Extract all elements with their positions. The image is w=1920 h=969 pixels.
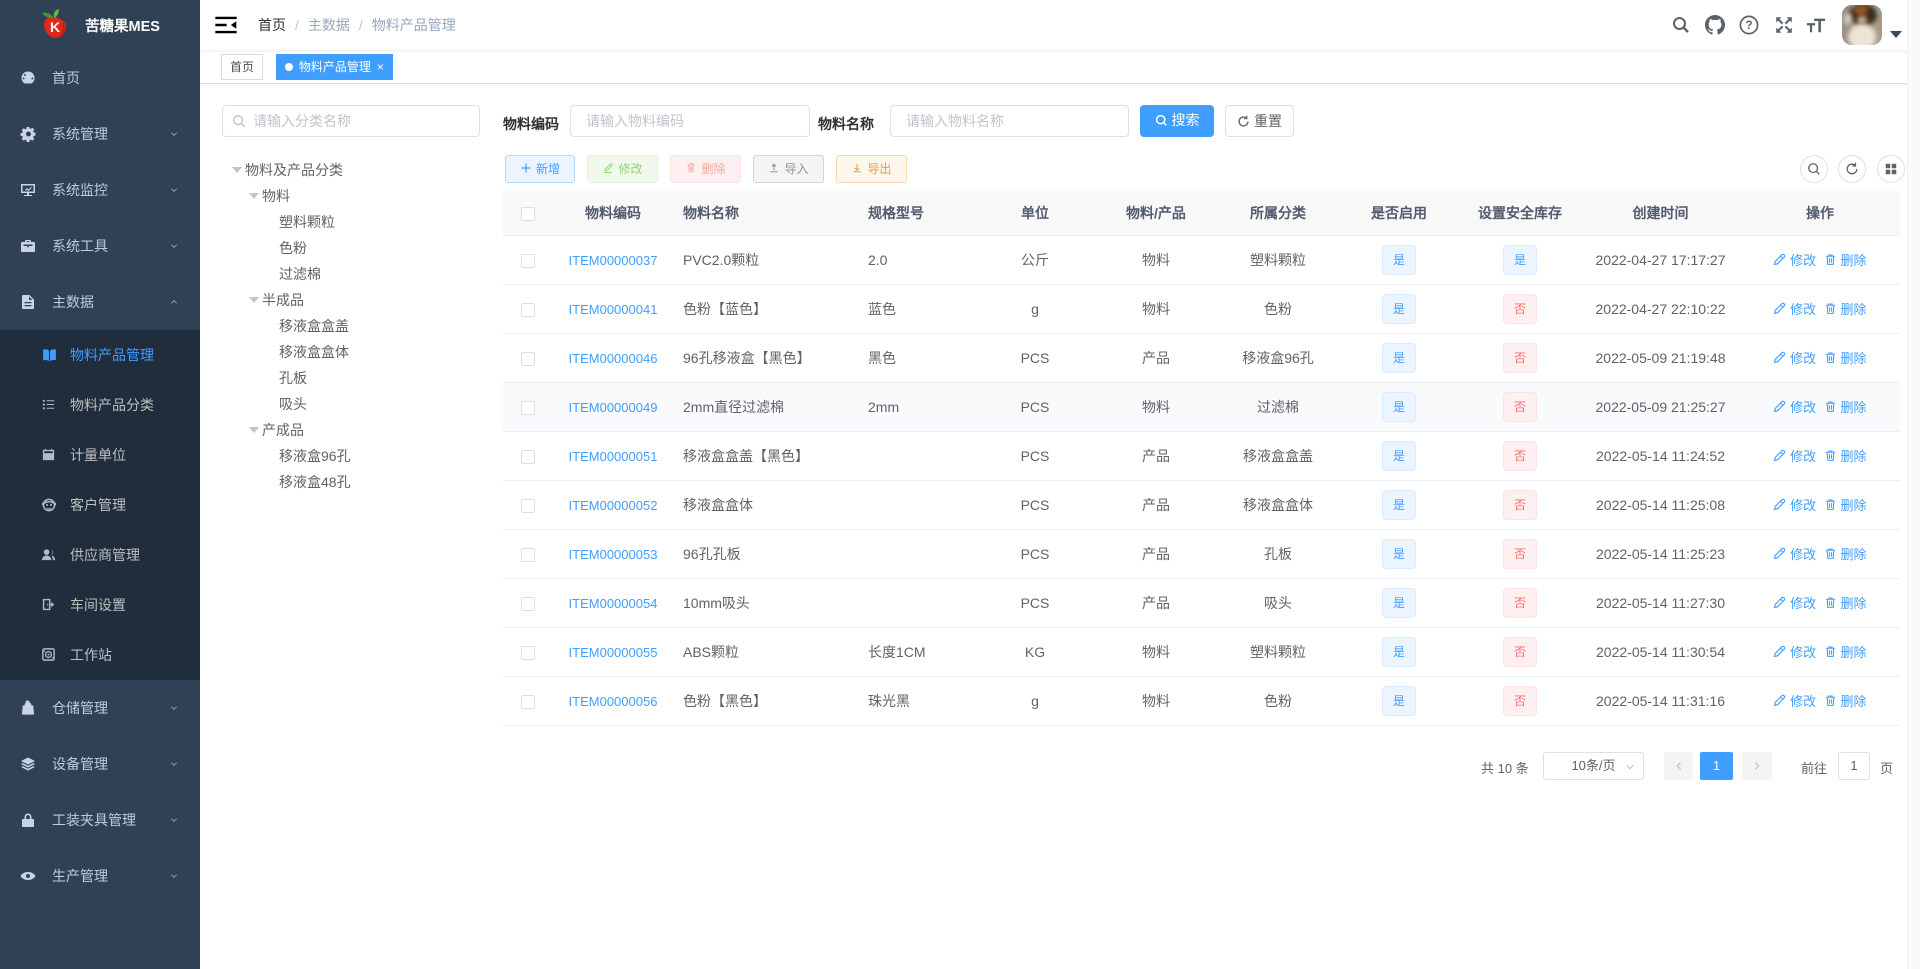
svg-text:?: ? <box>1745 20 1752 32</box>
svg-text:K: K <box>50 19 60 35</box>
